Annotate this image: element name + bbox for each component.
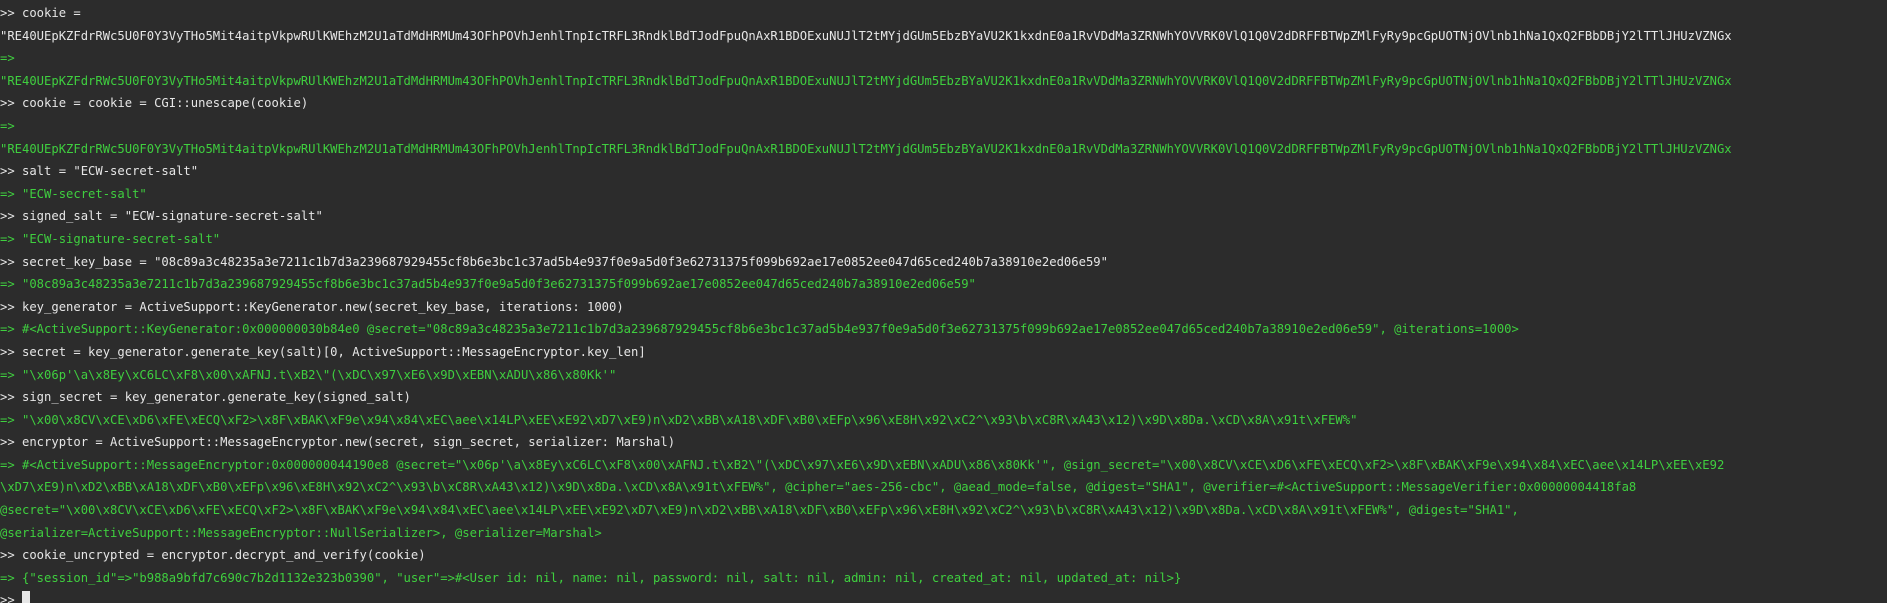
text-cursor xyxy=(22,591,31,603)
command-line: >> secret_key_base = "08c89a3c48235a3e72… xyxy=(0,254,1108,269)
command-line: >> cookie = xyxy=(0,6,81,20)
prompt-text: >> xyxy=(0,593,23,603)
output-line: => xyxy=(0,51,15,66)
output-line: @serializer=ActiveSupport::MessageEncryp… xyxy=(0,525,602,540)
output-line: => {"session_id"=>"b988a9bfd7c690c7b2d11… xyxy=(0,570,1182,585)
command-line: "RE40UEpKZFdrRWc5U0F0Y3VyTHo5Mit4aitpVkp… xyxy=(0,28,1732,43)
output-line: "RE40UEpKZFdrRWc5U0F0Y3VyTHo5Mit4aitpVkp… xyxy=(0,73,1732,88)
output-line: => "ECW-secret-salt" xyxy=(0,186,147,201)
command-line: >> cookie = cookie = CGI::unescape(cooki… xyxy=(0,96,309,111)
output-line: => xyxy=(0,118,15,133)
prompt-line[interactable]: >> xyxy=(0,589,1887,603)
command-line: >> encryptor = ActiveSupport::MessageEnc… xyxy=(0,435,676,450)
output-line: "RE40UEpKZFdrRWc5U0F0Y3VyTHo5Mit4aitpVkp… xyxy=(0,141,1732,156)
output-line: => "\x00\x8CV\xCE\xD6\xFE\xECQ\xF2>\x8F\… xyxy=(0,412,1358,427)
output-line: \xD7\xE9)n\xD2\xBB\xA18\xDF\xB0\xEFp\x96… xyxy=(0,480,1637,495)
command-line: >> sign_secret = key_generator.generate_… xyxy=(0,390,411,405)
output-line: => "08c89a3c48235a3e7211c1b7d3a239687929… xyxy=(0,277,976,292)
output-line: @secret="\x00\x8CV\xCE\xD6\xFE\xECQ\xF2>… xyxy=(0,503,1519,518)
output-line: => #<ActiveSupport::MessageEncryptor:0x0… xyxy=(0,457,1725,472)
output-line: => #<ActiveSupport::KeyGenerator:0x00000… xyxy=(0,322,1519,337)
output-line: => "\x06p'\a\x8Ey\xC6LC\xF8\x00\xAFNJ.t\… xyxy=(0,367,617,382)
command-line: >> cookie_uncrypted = encryptor.decrypt_… xyxy=(0,548,426,563)
command-line: >> key_generator = ActiveSupport::KeyGen… xyxy=(0,299,624,314)
terminal-output: >> cookie = "RE40UEpKZFdrRWc5U0F0Y3VyTHo5… xyxy=(0,2,1887,589)
command-line: >> salt = "ECW-secret-salt" xyxy=(0,164,199,179)
terminal-window[interactable]: >> cookie = "RE40UEpKZFdrRWc5U0F0Y3VyTHo5… xyxy=(0,0,1887,603)
output-line: => "ECW-signature-secret-salt" xyxy=(0,231,221,246)
command-line: >> secret = key_generator.generate_key(s… xyxy=(0,344,646,359)
command-line: >> signed_salt = "ECW-signature-secret-s… xyxy=(0,209,323,224)
